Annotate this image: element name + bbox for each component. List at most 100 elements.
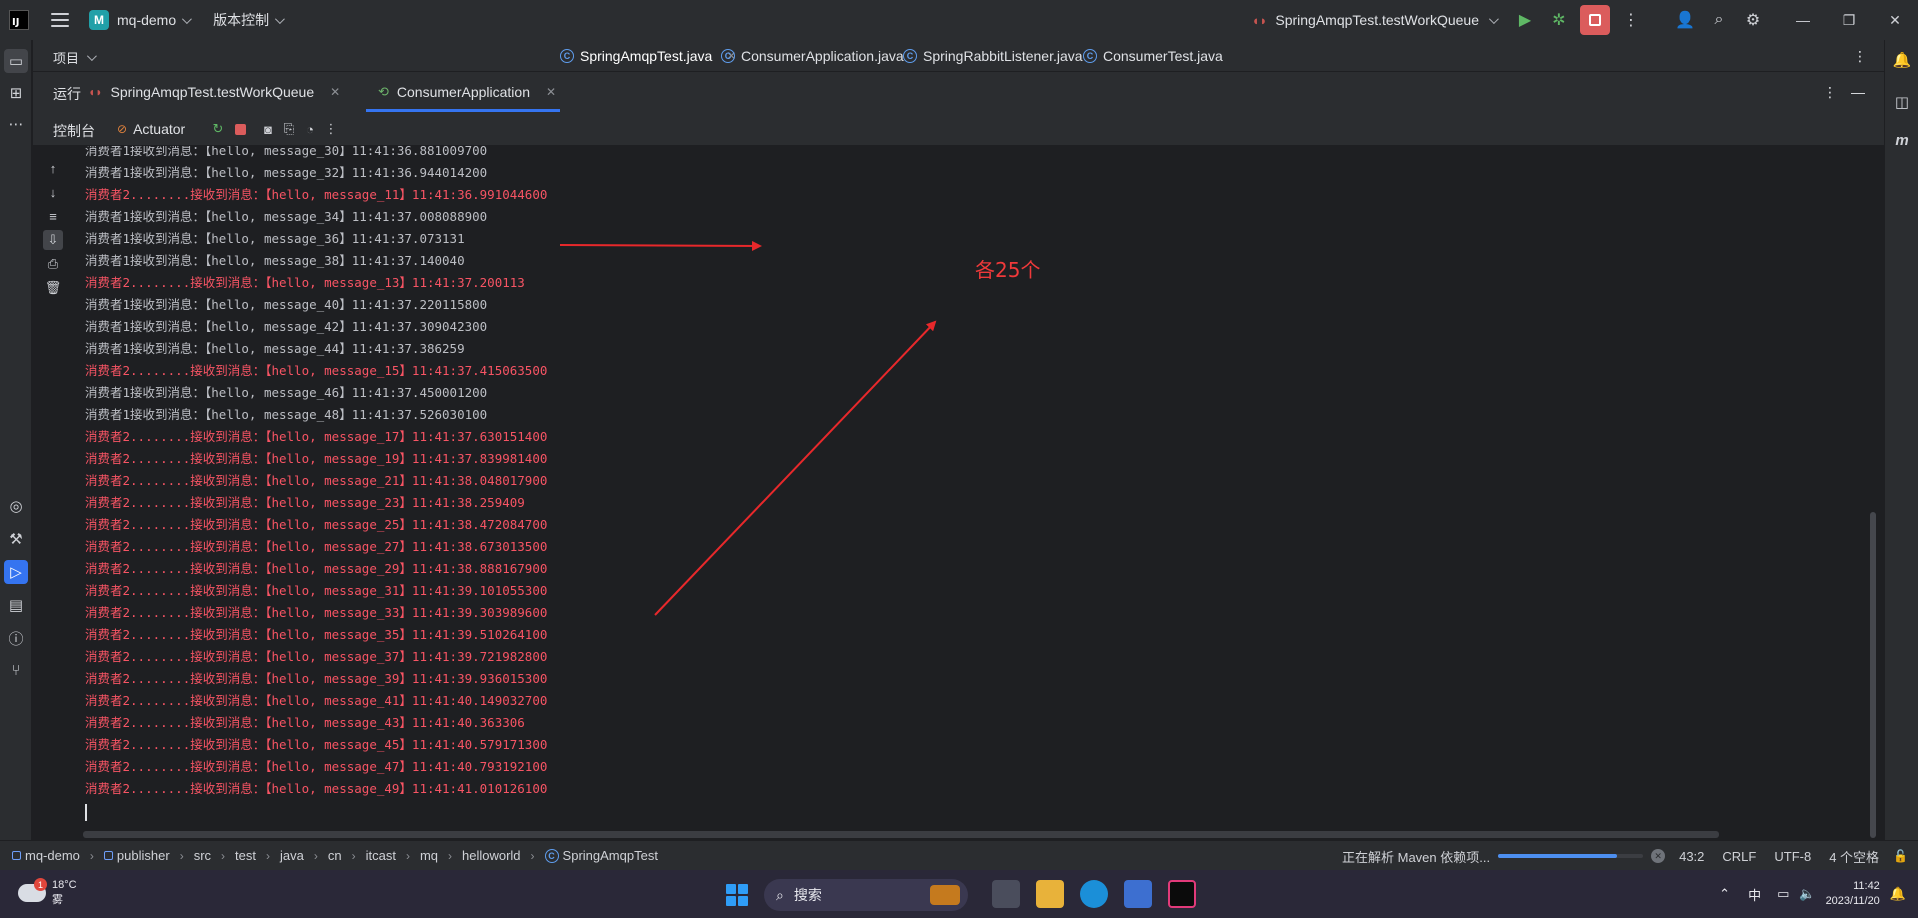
stop-icon[interactable] — [231, 120, 249, 138]
close-icon[interactable]: ✕ — [1872, 0, 1918, 40]
run-tab-consumerapplication[interactable]: ⟲ ConsumerApplication ✕ — [378, 84, 556, 100]
weather-widget[interactable]: 1 18°C 雾 — [18, 878, 77, 908]
line-separator[interactable]: CRLF — [1722, 849, 1756, 864]
arrow-up-icon[interactable]: ↑ — [43, 158, 63, 178]
maven-icon[interactable]: m — [1890, 128, 1914, 152]
run-tab-testworkqueue[interactable]: ◖◗ SpringAmqpTest.testWorkQueue ✕ — [88, 84, 340, 100]
breadcrumb-item[interactable]: SpringAmqpTest — [563, 848, 658, 863]
camera-icon[interactable]: ◙ — [259, 120, 277, 138]
git-icon[interactable]: ⑂ — [4, 658, 28, 682]
console-toolbar: 控制台 ⊘ Actuator ↻ ◙ ⎘ ◔ ⋮ — [33, 112, 1884, 146]
taskbar-search[interactable]: ⌕ 搜索 — [764, 879, 968, 911]
file-explorer-icon[interactable] — [1036, 880, 1064, 908]
indent-setting[interactable]: 4 个空格 — [1829, 847, 1879, 866]
search-icon: ⌕ — [776, 886, 784, 903]
gear-icon[interactable]: ⚙ — [1736, 0, 1770, 40]
edge-browser-icon[interactable] — [1080, 880, 1108, 908]
debug-icon[interactable]: ✲ — [1542, 0, 1576, 40]
clock[interactable]: 11:42 2023/11/20 — [1826, 879, 1880, 909]
file-encoding[interactable]: UTF-8 — [1774, 849, 1811, 864]
windows-start-icon[interactable] — [726, 884, 748, 906]
tab-label: SpringAmqpTest.java — [580, 48, 713, 64]
console-line: 消费者2........接收到消息：【hello, message_11】11:… — [85, 187, 548, 202]
export-icon[interactable]: ⎘ — [280, 120, 298, 138]
trash-icon[interactable]: 🗑 — [43, 278, 63, 298]
run-config-selector[interactable]: ◖◗ SpringAmqpTest.testWorkQueue — [1252, 12, 1499, 28]
volume-icon[interactable]: 🔈 — [1799, 886, 1815, 902]
scroll-to-end-icon[interactable]: ⇩ — [43, 230, 63, 250]
arrow-down-icon[interactable]: ↓ — [43, 182, 63, 202]
database-icon[interactable]: ◫ — [1890, 90, 1914, 114]
breadcrumb-item[interactable]: cn — [328, 848, 342, 863]
folder-icon[interactable]: ▭ — [4, 49, 28, 73]
store-icon[interactable] — [1124, 880, 1152, 908]
chevron-up-icon[interactable]: ⌃ — [1719, 886, 1730, 902]
breadcrumb-item[interactable]: test — [235, 848, 256, 863]
weather-condition: 雾 — [52, 894, 63, 906]
notifications-icon[interactable]: 🔔 — [1890, 48, 1914, 72]
terminal-icon[interactable]: ▤ — [4, 593, 28, 617]
notification-badge: 1 — [34, 878, 47, 891]
breadcrumb-item[interactable]: helloworld — [462, 848, 521, 863]
search-icon[interactable]: ⌕ — [1702, 0, 1736, 40]
breadcrumb-item[interactable]: src — [194, 848, 211, 863]
more-actions-icon[interactable]: ⋮ — [1614, 0, 1648, 40]
run-icon[interactable]: ▶ — [1508, 0, 1542, 40]
breadcrumb-item[interactable]: itcast — [366, 848, 396, 863]
cancel-task-icon[interactable]: ✕ — [1651, 849, 1666, 863]
soft-wrap-icon[interactable]: ≡ — [43, 206, 63, 226]
minimize-icon[interactable]: — — [1780, 0, 1826, 40]
hide-panel-icon[interactable]: — — [1851, 84, 1865, 100]
vertical-scrollbar[interactable] — [1870, 512, 1876, 838]
vcs-menu[interactable]: 版本控制 — [213, 10, 269, 30]
main-menu-button[interactable] — [51, 13, 69, 27]
run-panel-more-icon[interactable]: ⋮ — [1823, 84, 1837, 101]
task-view-icon[interactable] — [992, 880, 1020, 908]
run-tool-icon[interactable]: ▷ — [4, 560, 28, 584]
restore-icon[interactable]: ❐ — [1826, 0, 1872, 40]
intellij-logo: IJ — [9, 10, 29, 30]
caret-position[interactable]: 43:2 — [1679, 849, 1704, 864]
build-icon[interactable]: ⚒ — [4, 527, 28, 551]
rerun-icon[interactable]: ↻ — [209, 120, 227, 138]
tabs-more-icon[interactable]: ⋮ — [1853, 48, 1867, 65]
lock-icon[interactable]: 🔓 — [1893, 849, 1908, 863]
ime-indicator[interactable]: 中 — [1748, 885, 1761, 904]
tab-label: ConsumerApplication.java — [741, 48, 904, 64]
more-icon[interactable]: ⋮ — [322, 120, 340, 138]
status-bar: mq-demo › publisher › src › test › java › cn › itcas… — [0, 840, 1918, 870]
print-icon[interactable]: ⎙ — [43, 254, 63, 274]
console-output[interactable]: 消费者1接收到消息：【hello, message_30】11:41:36.88… — [73, 146, 1873, 826]
structure-icon[interactable]: ⊞ — [4, 81, 28, 105]
problems-icon[interactable]: ⓘ — [4, 626, 28, 650]
project-view-toggle[interactable]: 项目 — [53, 48, 97, 67]
tab-springrabbitlistener[interactable]: C SpringRabbitListener.java — [903, 48, 1083, 64]
tab-console[interactable]: 控制台 — [53, 121, 95, 141]
dashboard-icon[interactable]: ◔ — [301, 120, 319, 138]
breadcrumb-item[interactable]: publisher — [117, 848, 170, 863]
horizontal-scrollbar[interactable] — [83, 831, 1719, 838]
background-task-label[interactable]: 正在解析 Maven 依赖项... — [1342, 847, 1490, 866]
services-icon[interactable]: ◎ — [4, 494, 28, 518]
time: 11:42 — [1853, 880, 1880, 892]
tab-consumerapplication[interactable]: C ConsumerApplication.java — [721, 48, 904, 64]
console-line: 消费者2........接收到消息：【hello, message_33】11:… — [85, 605, 548, 620]
breadcrumb-item[interactable]: mq — [420, 848, 438, 863]
close-icon[interactable]: ✕ — [330, 85, 340, 99]
intellij-taskbar-icon[interactable] — [1168, 880, 1196, 908]
console-line: 消费者2........接收到消息：【hello, message_17】11:… — [85, 429, 548, 444]
tab-springamqptest[interactable]: C SpringAmqpTest.java ✕ — [560, 48, 736, 64]
tab-consumertest[interactable]: C ConsumerTest.java — [1083, 48, 1223, 64]
console-line: 消费者1接收到消息：【hello, message_36】11:41:37.07… — [85, 231, 465, 246]
notification-icon[interactable]: 🔔 — [1890, 886, 1906, 902]
breadcrumb-item[interactable]: java — [280, 848, 304, 863]
stop-button[interactable] — [1580, 5, 1610, 35]
close-icon[interactable]: ✕ — [546, 85, 556, 99]
breadcrumb-item[interactable]: mq-demo — [25, 848, 80, 863]
more-tools-icon[interactable]: ⋯ — [4, 112, 28, 136]
tab-actuator[interactable]: ⊘ Actuator — [117, 121, 185, 137]
network-icon[interactable]: ▭ — [1777, 886, 1789, 902]
class-icon: C — [903, 49, 917, 63]
project-switcher[interactable]: mq-demo — [117, 12, 176, 28]
add-user-icon[interactable]: 👤 — [1668, 0, 1702, 40]
